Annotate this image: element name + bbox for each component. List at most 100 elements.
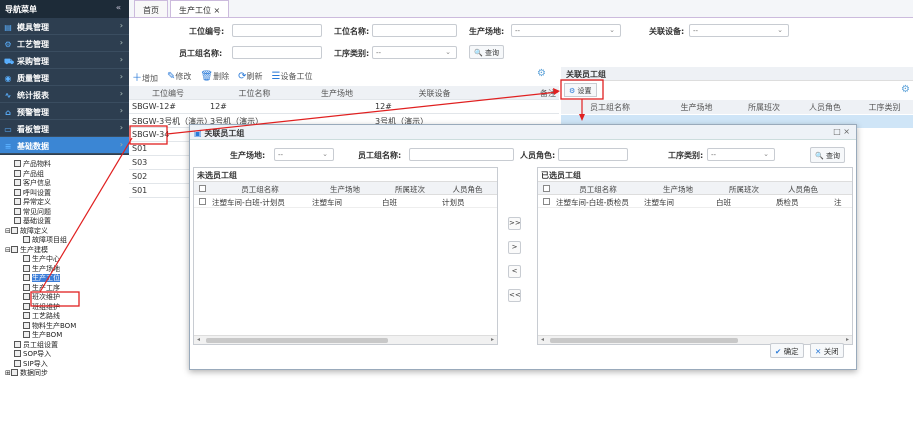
dialog-query-button[interactable]: 🔍 查询 (810, 147, 845, 163)
plus-icon: ＋ (132, 72, 142, 84)
station-code-input[interactable] (232, 24, 322, 37)
tree-node[interactable]: 班次维护 (0, 293, 129, 303)
tree-node[interactable]: ⊟ 生产建模 (0, 245, 129, 256)
settings-button[interactable]: ⚙ 设置 (564, 83, 597, 97)
edit-label: 修改 (175, 71, 192, 81)
tree-expander-icon[interactable]: ⊞ (5, 369, 11, 379)
sidebar-item-6[interactable]: ▭ 看板管理 › (0, 120, 129, 137)
group-name-label: 员工组名称: (179, 49, 223, 58)
check-icon: ✔ (775, 347, 782, 356)
chevron-right-icon: › (119, 123, 123, 132)
tree-node-label: 员工组设置 (23, 340, 58, 349)
tree-node-label: 产品组 (23, 169, 44, 178)
tree-node[interactable]: 异常定义 (0, 198, 129, 208)
tree-node[interactable]: 客户信息 (0, 179, 129, 189)
list-item[interactable]: 注塑车间-白班-计划员 注塑车间 白班 计划员 (194, 195, 497, 208)
chevron-right-icon: › (119, 140, 123, 149)
chevron-right-icon: › (119, 38, 123, 47)
horizontal-scrollbar[interactable]: ◂ ▸ (194, 335, 497, 344)
column-header: 人员角色 (809, 103, 841, 112)
dialog-site-select[interactable]: -- ⌄ (274, 148, 334, 161)
sidebar-item-4[interactable]: ∿ 统计报表 › (0, 86, 129, 103)
row-checkbox[interactable] (538, 195, 554, 207)
tree-expander-icon[interactable]: ⊟ (5, 246, 11, 256)
table-cell: 注塑车间 (312, 198, 342, 207)
tree-node[interactable]: 故障项目组 (0, 236, 129, 246)
chevron-down-icon: ⌄ (609, 26, 615, 34)
tree-node[interactable]: 生产中心 (0, 255, 129, 265)
proc-type-select[interactable]: -- ⌄ (372, 46, 457, 59)
dialog-group-name-input[interactable] (409, 148, 514, 161)
table-header: 员工组名称 生产场地 所属班次 人员角色 (538, 182, 852, 195)
horizontal-scrollbar[interactable]: ◂ ▸ (538, 335, 852, 344)
station-name-input[interactable] (372, 24, 457, 37)
selected-pane: 已选员工组 员工组名称 生产场地 所属班次 人员角色 注塑车间-白班-质检员 注塑车间 白班… (537, 167, 853, 345)
device-station-button[interactable]: ☰设备工位 (271, 71, 312, 82)
move-right-button[interactable]: > (508, 241, 521, 254)
page-icon (14, 169, 21, 177)
dialog-proc-type-select[interactable]: -- ⌄ (707, 148, 775, 161)
tree-node[interactable]: ⊞ 数据同步 (0, 369, 129, 379)
tree-node[interactable]: 工艺路线 (0, 312, 129, 322)
tree-node[interactable]: 班组维护 (0, 302, 129, 313)
database-icon: ≡ (4, 142, 12, 151)
page-icon (23, 312, 30, 319)
sidebar-item-1[interactable]: ⚙ 工艺管理 › (0, 35, 129, 52)
sidebar-item-0[interactable]: ▤ 模具管理 › (0, 18, 129, 35)
add-button[interactable]: ＋增加 (132, 69, 158, 84)
sidebar-item-2[interactable]: ⛟ 采购管理 › (0, 52, 129, 69)
sidebar-item-5[interactable]: ⌂ 预警管理 › (0, 103, 129, 120)
table-cell: 注塑车间-白班-计划员 (212, 198, 285, 207)
gear-icon[interactable]: ⚙ (537, 68, 546, 79)
site-select[interactable]: -- ⌄ (511, 24, 621, 37)
tree-node[interactable]: 员工组设置 (0, 340, 129, 351)
table-cell: 白班 (382, 198, 397, 207)
refresh-button[interactable]: ⟳刷新 (238, 71, 262, 82)
tree-node[interactable]: 生产场地 (0, 264, 129, 275)
gear-icon[interactable]: ⚙ (901, 84, 910, 95)
tree-node[interactable]: 生产工位 (0, 274, 129, 284)
select-all-checkbox[interactable] (538, 182, 554, 194)
select-all-checkbox[interactable] (194, 182, 210, 194)
sidebar-item-3[interactable]: ◉ 质量管理 › (0, 69, 129, 86)
tab-bar: 首页 生产工位 × (129, 0, 913, 18)
window-controls[interactable]: □ × (833, 127, 850, 136)
table-row[interactable]: SBGW-12# 12# 12# (129, 100, 559, 114)
tree-node[interactable]: 生产工序 (0, 283, 129, 294)
close-button[interactable]: ✕ 关闭 (810, 343, 844, 358)
tree-node[interactable]: 基础设置 (0, 217, 129, 227)
tree-node[interactable]: 呼叫设置 (0, 188, 129, 199)
tab-station[interactable]: 生产工位 × (170, 0, 230, 17)
tree-node[interactable]: SOP导入 (0, 350, 129, 360)
tree-node[interactable]: 生产BOM (0, 331, 129, 341)
dialog-role-input[interactable] (558, 148, 628, 161)
tree-node[interactable]: ⊟ 故障定义 (0, 226, 129, 237)
move-all-right-button[interactable]: >> (508, 217, 521, 230)
device-select[interactable]: -- ⌄ (689, 24, 789, 37)
move-all-left-button[interactable]: << (508, 289, 521, 302)
row-checkbox[interactable] (194, 195, 210, 207)
tree-node[interactable]: 产品组 (0, 169, 129, 180)
sidebar-item-7[interactable]: ≡ 基础数据 › (0, 137, 129, 154)
tree-node[interactable]: 常见问题 (0, 207, 129, 218)
confirm-button[interactable]: ✔ 确定 (770, 343, 804, 358)
query-button[interactable]: 🔍 查询 (469, 45, 504, 59)
sidebar-header: 导航菜单 « (0, 0, 129, 18)
tree-node[interactable]: SIP导入 (0, 359, 129, 370)
delete-button[interactable]: 🗑删除 (200, 71, 229, 82)
tab-home[interactable]: 首页 (134, 0, 168, 17)
station-name-label: 工位名称: (334, 27, 370, 36)
sidebar-item-label: 模具管理 (17, 23, 49, 32)
list-item[interactable]: 注塑车间-白班-质检员 注塑车间 白班 质检员 注 (538, 195, 852, 208)
move-left-button[interactable]: < (508, 265, 521, 278)
tree-node[interactable]: 产品物料 (0, 160, 129, 170)
tree-node[interactable]: 物料生产BOM (0, 321, 129, 332)
collapse-icon[interactable]: « (116, 3, 121, 12)
edit-button[interactable]: ✎修改 (167, 71, 191, 82)
page-icon (14, 359, 21, 367)
tree-expander-icon[interactable]: ⊟ (5, 227, 11, 237)
column-header: 人员角色 (788, 185, 818, 194)
group-name-input[interactable] (232, 46, 322, 59)
chevron-down-icon: ⌄ (763, 150, 769, 158)
column-header: 员工组名称 (241, 185, 279, 194)
